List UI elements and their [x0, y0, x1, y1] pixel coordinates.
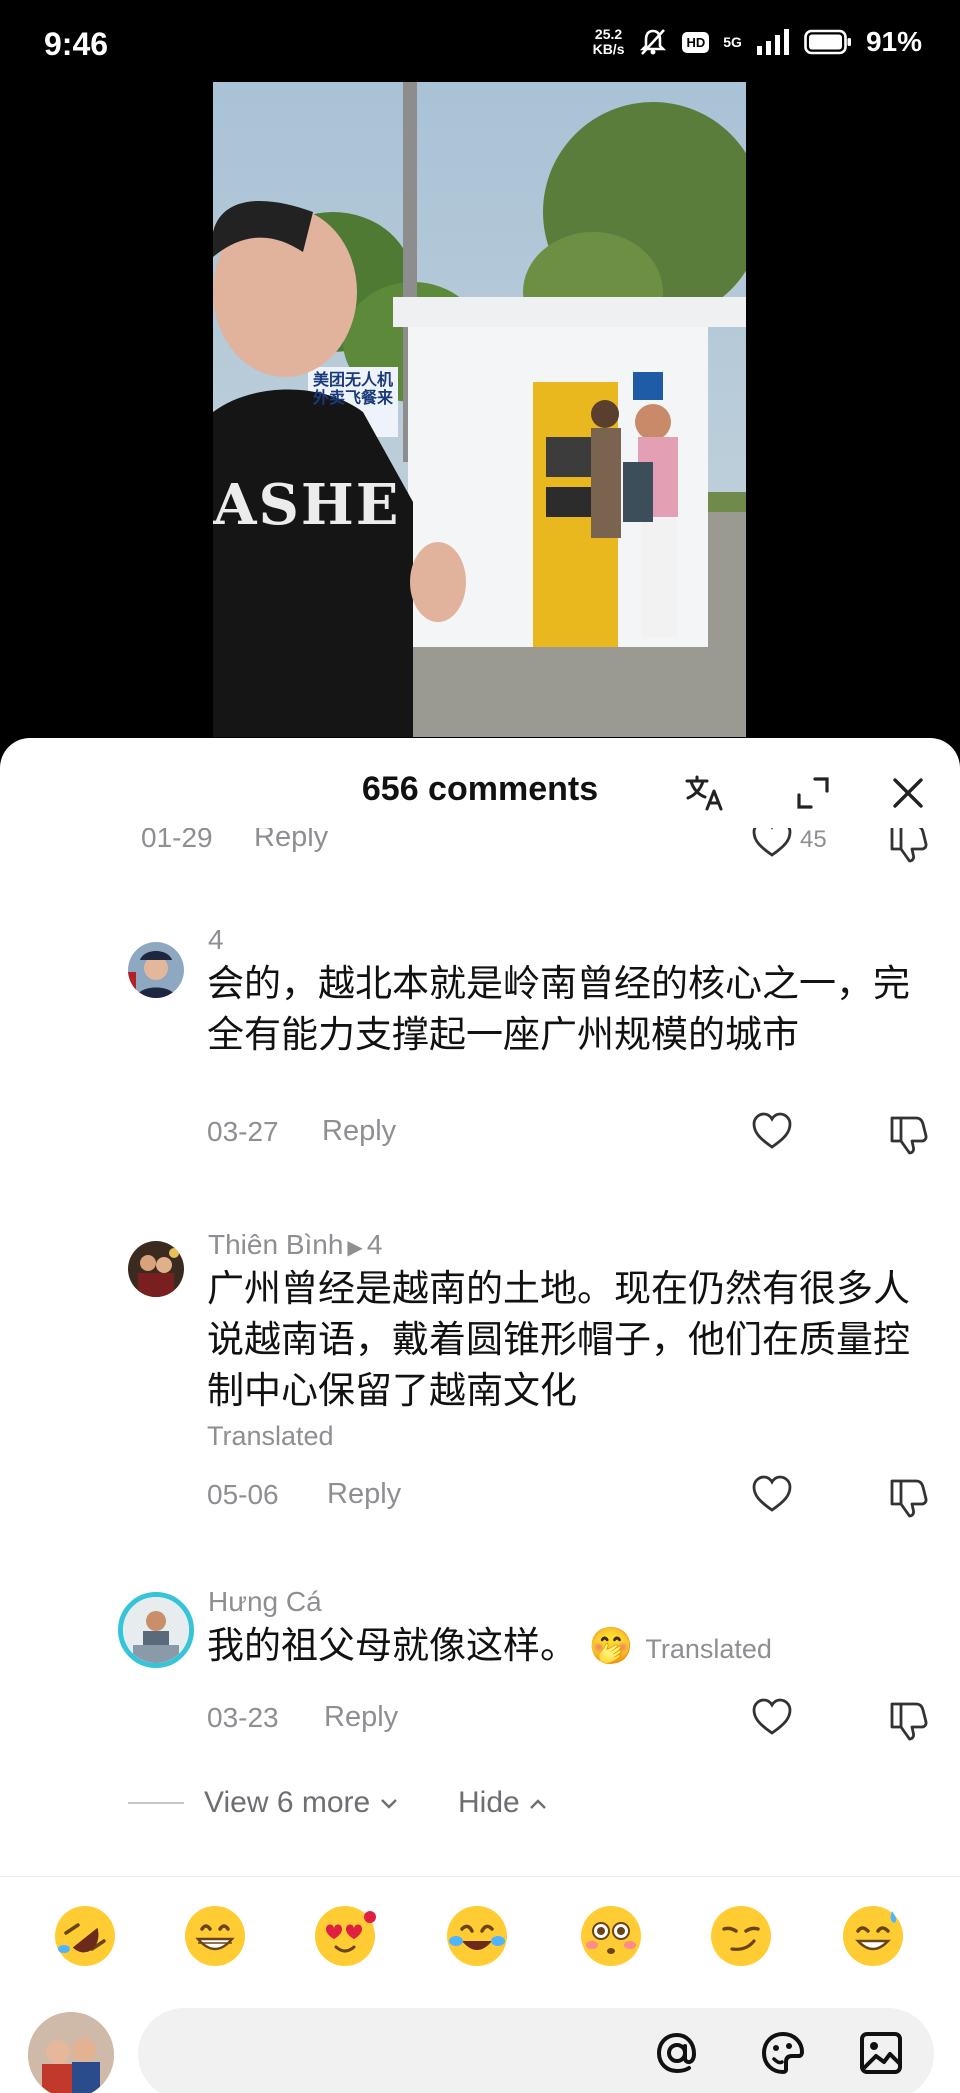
like-count: 45: [800, 828, 827, 853]
status-indicators: 25.2 KB/s HD 5G 91%: [593, 26, 922, 58]
heart-icon[interactable]: [749, 828, 795, 862]
mute-bell-icon: [640, 29, 667, 55]
battery-icon: [804, 29, 851, 55]
comment-date: 05-06: [207, 1479, 279, 1510]
sign-text: 美团无人机 外卖飞餐来: [313, 372, 394, 407]
comment-input[interactable]: [178, 2028, 628, 2080]
hd-badge: HD: [682, 31, 710, 53]
view-more-replies-button[interactable]: View 6 more: [204, 1786, 399, 1820]
expand-icon[interactable]: [788, 768, 838, 818]
emoji-icon[interactable]: [754, 2024, 812, 2082]
heart-icon[interactable]: [749, 1471, 795, 1517]
comment-list[interactable]: 01-29 Reply 45 4 会的，越北本就是岭南曾经的核心之一，完全有能力…: [0, 828, 960, 1848]
comment-text: 会的，越北本就是岭南曾经的核心之一，完全有能力支撑起一座广州规模的城市: [207, 962, 910, 1056]
my-avatar[interactable]: [28, 2012, 114, 2093]
sweat-smile-emoji[interactable]: [840, 1903, 906, 1969]
close-icon[interactable]: [883, 768, 933, 818]
comment-text: 我的祖父母就像这样。 🤭 Translated: [207, 1624, 772, 1667]
avatar[interactable]: [128, 942, 184, 998]
image-icon[interactable]: [852, 2024, 910, 2082]
comment-date: 03-27: [207, 1116, 279, 1147]
comment-item: Thiên Bình ▶ 4 广州曾经是越南的土地。现在仍然有很多人说越南语，戴着圆…: [0, 1223, 960, 1523]
video-player[interactable]: 美团无人机 外卖飞餐来 ASHE: [213, 82, 746, 737]
shirt-text: ASHE: [213, 472, 401, 538]
reply-button[interactable]: Reply: [254, 828, 328, 854]
signal-icon: [756, 29, 789, 55]
comment-username[interactable]: Thiên Bình ▶ 4: [208, 1229, 382, 1261]
status-bar: 9:46 25.2 KB/s HD 5G 91%: [0, 0, 960, 90]
comment-meta-row: 03-23 Reply: [0, 1694, 960, 1744]
comments-header: 656 comments: [0, 738, 960, 842]
grinning-emoji[interactable]: [182, 1903, 248, 1969]
reply-button[interactable]: Reply: [324, 1701, 398, 1734]
comment-date: 01-29: [141, 828, 213, 853]
at-icon[interactable]: [648, 2024, 706, 2082]
reply-button[interactable]: Reply: [327, 1478, 401, 1511]
comment-username[interactable]: Hưng Cá: [208, 1586, 322, 1618]
comment-meta-row: 01-29 Reply 45: [0, 828, 960, 864]
status-time: 9:46: [44, 26, 109, 62]
chevron-down-icon: [380, 1799, 397, 1809]
heart-icon[interactable]: [749, 1108, 795, 1154]
network-type: 5G: [723, 34, 742, 50]
smirk-emoji[interactable]: [708, 1903, 774, 1969]
quick-emoji-bar: [0, 1876, 960, 1976]
comment-item: Hưng Cá 我的祖父母就像这样。 🤭 Translated 03-23 Re…: [0, 1584, 960, 1774]
comments-sheet: 656 comments 01-29 Reply 45 4 会的，越北本就是岭南…: [0, 738, 960, 2093]
translated-label[interactable]: Translated: [645, 1634, 772, 1664]
comment-meta-row: 03-27 Reply: [0, 1108, 960, 1158]
battery-percent: 91%: [865, 26, 922, 57]
dislike-icon[interactable]: [886, 1110, 932, 1156]
translated-label[interactable]: Translated: [207, 1421, 334, 1452]
network-speed: 25.2 KB/s: [592, 26, 625, 57]
avatar[interactable]: [118, 1592, 194, 1668]
comment-input-row: [0, 2000, 960, 2093]
flushed-emoji[interactable]: [578, 1903, 644, 1969]
dislike-icon[interactable]: [886, 828, 932, 864]
tears-of-joy-emoji[interactable]: [444, 1903, 510, 1969]
heart-eyes-emoji[interactable]: [312, 1903, 378, 1969]
shushing-face-emoji: 🤭: [588, 1626, 634, 1667]
reply-button[interactable]: Reply: [322, 1115, 396, 1148]
comment-username[interactable]: 4: [208, 924, 224, 956]
comment-meta-row: 05-06 Reply: [0, 1471, 960, 1521]
divider: [128, 1802, 184, 1804]
comment-input-box[interactable]: [138, 2008, 934, 2093]
chevron-up-icon: [530, 1799, 546, 1809]
dislike-icon[interactable]: [886, 1696, 932, 1742]
comment-date: 03-23: [207, 1702, 279, 1733]
hide-replies-button[interactable]: Hide: [458, 1786, 548, 1820]
heart-icon[interactable]: [749, 1694, 795, 1740]
comment-item: 4 会的，越北本就是岭南曾经的核心之一，完全有能力支撑起一座广州规模的城市 03…: [0, 918, 960, 1158]
reply-arrow-icon: ▶: [347, 1237, 363, 1259]
view-more-row: View 6 more Hide: [0, 1778, 960, 1828]
translate-icon[interactable]: [680, 768, 730, 818]
dislike-icon[interactable]: [886, 1473, 932, 1519]
rofl-emoji[interactable]: [52, 1903, 118, 1969]
video-frame-image: [213, 82, 746, 737]
avatar[interactable]: [128, 1241, 184, 1297]
comment-text: 广州曾经是越南的土地。现在仍然有很多人说越南语，戴着圆锥形帽子，他们在质量控制中…: [207, 1267, 910, 1412]
